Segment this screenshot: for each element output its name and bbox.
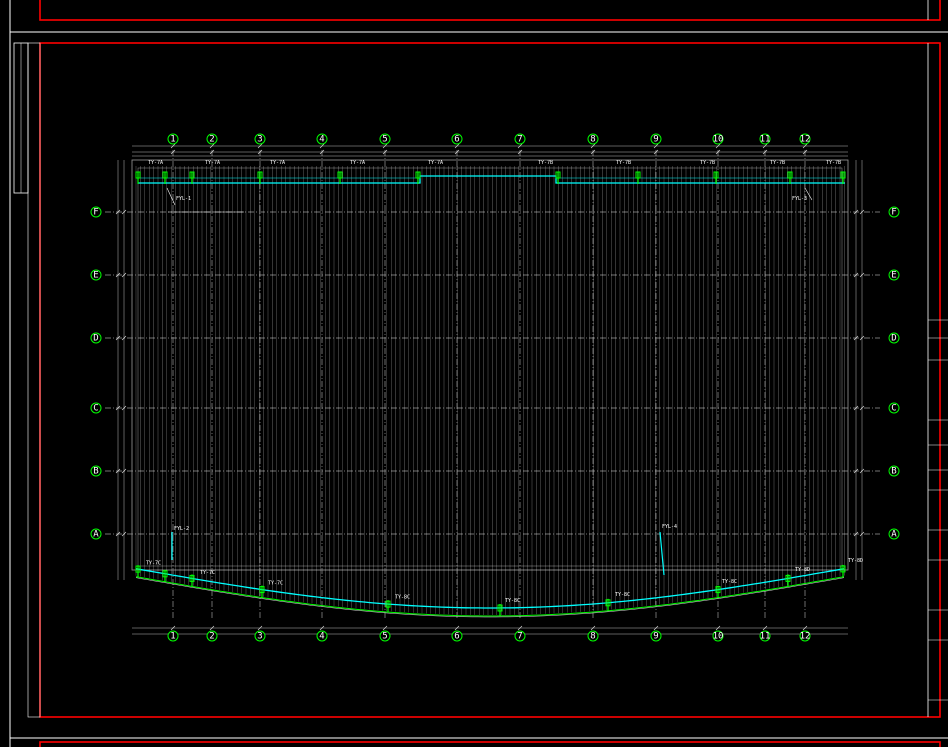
- gutter-tag-bottom: TY-7C: [146, 561, 161, 567]
- axis-bubble-top-6-label: 6: [454, 135, 459, 145]
- callout-label: FYL-2: [174, 526, 189, 532]
- axis-bubble-bottom-7-label: 7: [517, 632, 522, 642]
- axis-bubble-left-F: F: [90, 206, 102, 218]
- gutter-tag-bottom: TY-8C: [722, 579, 737, 585]
- gutter-tag-top: TY-7A: [205, 160, 220, 166]
- axis-bubble-bottom-11-label: 11: [760, 632, 771, 642]
- gutter-tag-top: TY-7B: [538, 160, 553, 166]
- axis-bubble-left-B: B: [90, 465, 102, 477]
- gutter-tag-bottom: TY-8C: [395, 595, 410, 601]
- axis-bubble-right-D: D: [888, 332, 900, 344]
- axis-bubble-right-A: A: [888, 528, 900, 540]
- axis-bubble-top-6: 6: [451, 133, 463, 145]
- axis-bubble-top-2: 2: [206, 133, 218, 145]
- axis-bubble-top-11: 11: [759, 133, 771, 145]
- axis-bubble-bottom-5: 5: [379, 630, 391, 642]
- axis-bubble-top-1-label: 1: [170, 135, 175, 145]
- gutter-tag-bottom: TY-8C: [505, 598, 520, 604]
- axis-bubble-bottom-10-label: 10: [713, 632, 724, 642]
- axis-bubble-left-F-label: F: [93, 208, 98, 218]
- axis-bubble-bottom-2: 2: [206, 630, 218, 642]
- axis-bubble-top-5-label: 5: [382, 135, 387, 145]
- gutter-tag-top: TY-7B: [700, 160, 715, 166]
- gutter-tag-bottom: TY-8C: [615, 592, 630, 598]
- axis-bubble-bottom-9: 9: [650, 630, 662, 642]
- axis-bubble-right-F: F: [888, 206, 900, 218]
- gutter-tag-top: TY-7A: [350, 160, 365, 166]
- axis-bubble-left-B-label: B: [93, 467, 98, 477]
- gutter-tag-top: TY-7B: [616, 160, 631, 166]
- axis-bubble-bottom-3-label: 3: [257, 632, 262, 642]
- axis-bubble-left-D-label: D: [93, 334, 98, 344]
- axis-bubble-right-F-label: F: [891, 208, 896, 218]
- gutter-tag-top: TY-7A: [428, 160, 443, 166]
- axis-bubble-top-5: 5: [379, 133, 391, 145]
- axis-bubble-right-C: C: [888, 402, 900, 414]
- axis-bubble-bottom-5-label: 5: [382, 632, 387, 642]
- axis-bubble-top-12-label: 12: [800, 135, 811, 145]
- axis-bubble-right-B-label: B: [891, 467, 896, 477]
- axis-bubble-bottom-4-label: 4: [319, 632, 324, 642]
- axis-bubble-top-8: 8: [587, 133, 599, 145]
- axis-bubble-left-D: D: [90, 332, 102, 344]
- cad-drawing-canvas[interactable]: 112233445566778899101011111212F FE ED DC CB B…: [0, 0, 948, 747]
- axis-bubble-bottom-7: 7: [514, 630, 526, 642]
- axis-bubble-bottom-4: 4: [316, 630, 328, 642]
- callout-label: FYL-1: [176, 196, 191, 202]
- axis-bubble-bottom-12-label: 12: [800, 632, 811, 642]
- axis-bubble-bottom-10: 10: [712, 630, 724, 642]
- axis-bubble-top-9-label: 9: [653, 135, 658, 145]
- axis-bubble-top-9: 9: [650, 133, 662, 145]
- axis-bubble-right-A-label: A: [891, 530, 897, 540]
- axis-bubble-top-3-label: 3: [257, 135, 262, 145]
- axis-bubble-left-C-label: C: [93, 404, 98, 414]
- axis-bubble-left-C: C: [90, 402, 102, 414]
- axis-bubble-top-8-label: 8: [590, 135, 595, 145]
- axis-bubble-top-10: 10: [712, 133, 724, 145]
- axis-bubble-right-C-label: C: [891, 404, 896, 414]
- gutter-tag-top: TY-7A: [270, 160, 285, 166]
- callout-label: FYL-3: [792, 196, 807, 202]
- axis-bubble-bottom-9-label: 9: [653, 632, 658, 642]
- axis-bubble-bottom-1-label: 1: [170, 632, 175, 642]
- axis-bubble-bottom-6: 6: [451, 630, 463, 642]
- axis-bubble-left-A-label: A: [93, 530, 99, 540]
- axis-bubble-right-B: B: [888, 465, 900, 477]
- gutter-tag-top: TY-7B: [770, 160, 785, 166]
- gutter-tag-bottom: TY-7C: [200, 570, 215, 576]
- axis-bubble-bottom-6-label: 6: [454, 632, 459, 642]
- gutter-tag-bottom: TY-8D: [848, 558, 863, 564]
- axis-bubble-bottom-2-label: 2: [209, 632, 214, 642]
- axis-bubble-left-A: A: [90, 528, 102, 540]
- axis-bubble-bottom-1: 1: [167, 630, 179, 642]
- axis-bubble-top-7-label: 7: [517, 135, 522, 145]
- axis-bubble-top-4: 4: [316, 133, 328, 145]
- gutter-tag-top: TY-7A: [148, 160, 163, 166]
- axis-bubble-bottom-8-label: 8: [590, 632, 595, 642]
- axis-bubble-right-E-label: E: [891, 271, 896, 281]
- axis-bubble-right-D-label: D: [891, 334, 896, 344]
- axis-bubble-bottom-3: 3: [254, 630, 266, 642]
- axis-bubble-top-3: 3: [254, 133, 266, 145]
- axis-bubble-left-E-label: E: [93, 271, 98, 281]
- axis-bubble-right-E: E: [888, 269, 900, 281]
- axis-bubble-left-E: E: [90, 269, 102, 281]
- gutter-tag-bottom: TY-8D: [795, 567, 810, 573]
- axis-bubble-top-4-label: 4: [319, 135, 324, 145]
- axis-bubble-bottom-12: 12: [799, 630, 811, 642]
- axis-bubble-top-7: 7: [514, 133, 526, 145]
- axis-bubble-bottom-11: 11: [759, 630, 771, 642]
- axis-bubble-top-12: 12: [799, 133, 811, 145]
- axis-bubble-top-2-label: 2: [209, 135, 214, 145]
- axis-bubble-bottom-8: 8: [587, 630, 599, 642]
- axis-bubble-top-1: 1: [167, 133, 179, 145]
- axis-bubble-top-11-label: 11: [760, 135, 771, 145]
- callout-label: FYL-4: [662, 524, 677, 530]
- gutter-tag-bottom: TY-7C: [268, 581, 283, 587]
- gutter-tag-top: TY-7B: [826, 160, 841, 166]
- axis-bubble-top-10-label: 10: [713, 135, 724, 145]
